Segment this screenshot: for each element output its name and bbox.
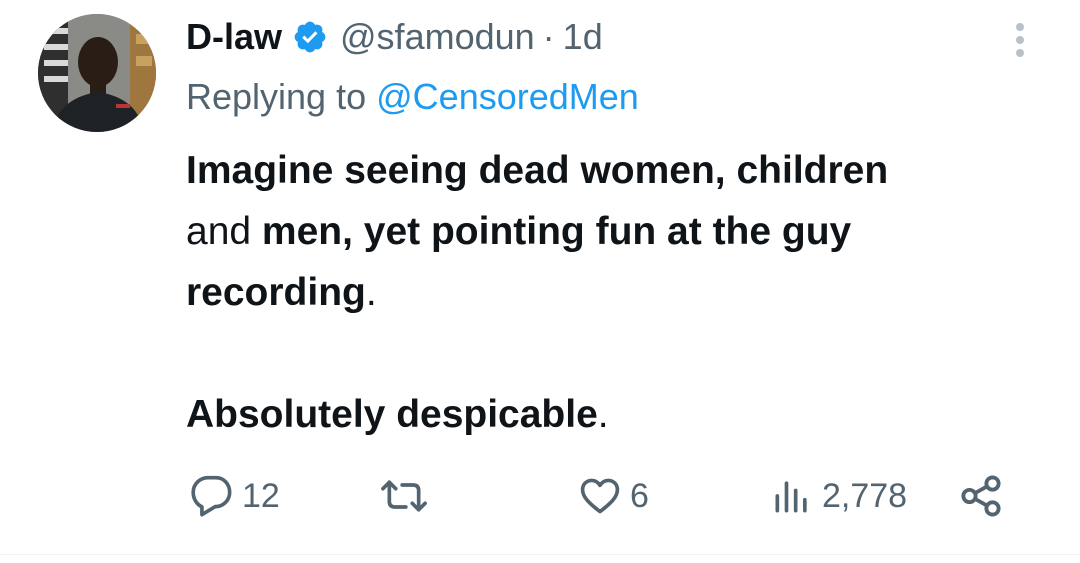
tweet-divider bbox=[0, 554, 1080, 555]
views-count: 2,778 bbox=[822, 476, 908, 515]
tweet-text-line: recording. bbox=[186, 262, 1046, 323]
tweet-card[interactable]: D-law @sfamodun · 1d Replying to @Censor… bbox=[0, 0, 1080, 554]
share-icon bbox=[961, 475, 1001, 517]
replying-to-mention[interactable]: @CensoredMen bbox=[376, 76, 639, 117]
avatar[interactable] bbox=[38, 14, 156, 132]
tweet-text-bold: Absolutely despicable bbox=[186, 393, 598, 436]
verified-badge-icon[interactable] bbox=[292, 19, 328, 55]
tweet-text-regular: and bbox=[186, 210, 252, 253]
separator-dot: · bbox=[542, 16, 555, 57]
avatar-photo bbox=[38, 14, 156, 132]
action-bar: 12 6 2,778 bbox=[0, 470, 1080, 522]
reply-bubble-icon bbox=[191, 475, 232, 517]
user-handle[interactable]: @sfamodun bbox=[340, 16, 535, 58]
tweet-text-regular: . bbox=[365, 271, 377, 314]
tweet-text-line: and men, yet pointing fun at the guy bbox=[186, 201, 1046, 262]
tweet-text-line: Imagine seeing dead women, children bbox=[186, 140, 1046, 201]
tweet-header: D-law @sfamodun · 1d bbox=[186, 14, 603, 60]
tweet-text-bold: recording bbox=[186, 271, 366, 314]
more-vertical-icon[interactable] bbox=[1008, 20, 1032, 60]
tweet-text-bold: men, yet pointing fun at the guy bbox=[251, 210, 852, 253]
reply-count: 12 bbox=[242, 476, 280, 515]
heart-icon bbox=[580, 478, 620, 514]
bar-chart-icon bbox=[775, 481, 807, 513]
replying-to: Replying to @CensoredMen bbox=[186, 76, 639, 118]
timestamp[interactable]: 1d bbox=[563, 16, 603, 58]
replying-prefix: Replying to bbox=[186, 76, 367, 117]
tweet-text-line: Absolutely despicable. bbox=[186, 384, 1046, 445]
like-count: 6 bbox=[630, 476, 649, 515]
tweet-text: Imagine seeing dead women, children and … bbox=[186, 140, 1046, 445]
tweet-text-bold: Imagine seeing dead women, children bbox=[186, 149, 889, 192]
tweet-text-regular: . bbox=[597, 393, 609, 436]
views-button[interactable]: 2,778 bbox=[770, 470, 907, 522]
retweet-icon bbox=[381, 480, 427, 512]
share-button[interactable] bbox=[958, 470, 1004, 522]
display-name[interactable]: D-law bbox=[186, 16, 282, 58]
like-button[interactable]: 6 bbox=[578, 470, 649, 522]
reply-button[interactable]: 12 bbox=[190, 470, 280, 522]
retweet-button[interactable] bbox=[380, 470, 436, 522]
